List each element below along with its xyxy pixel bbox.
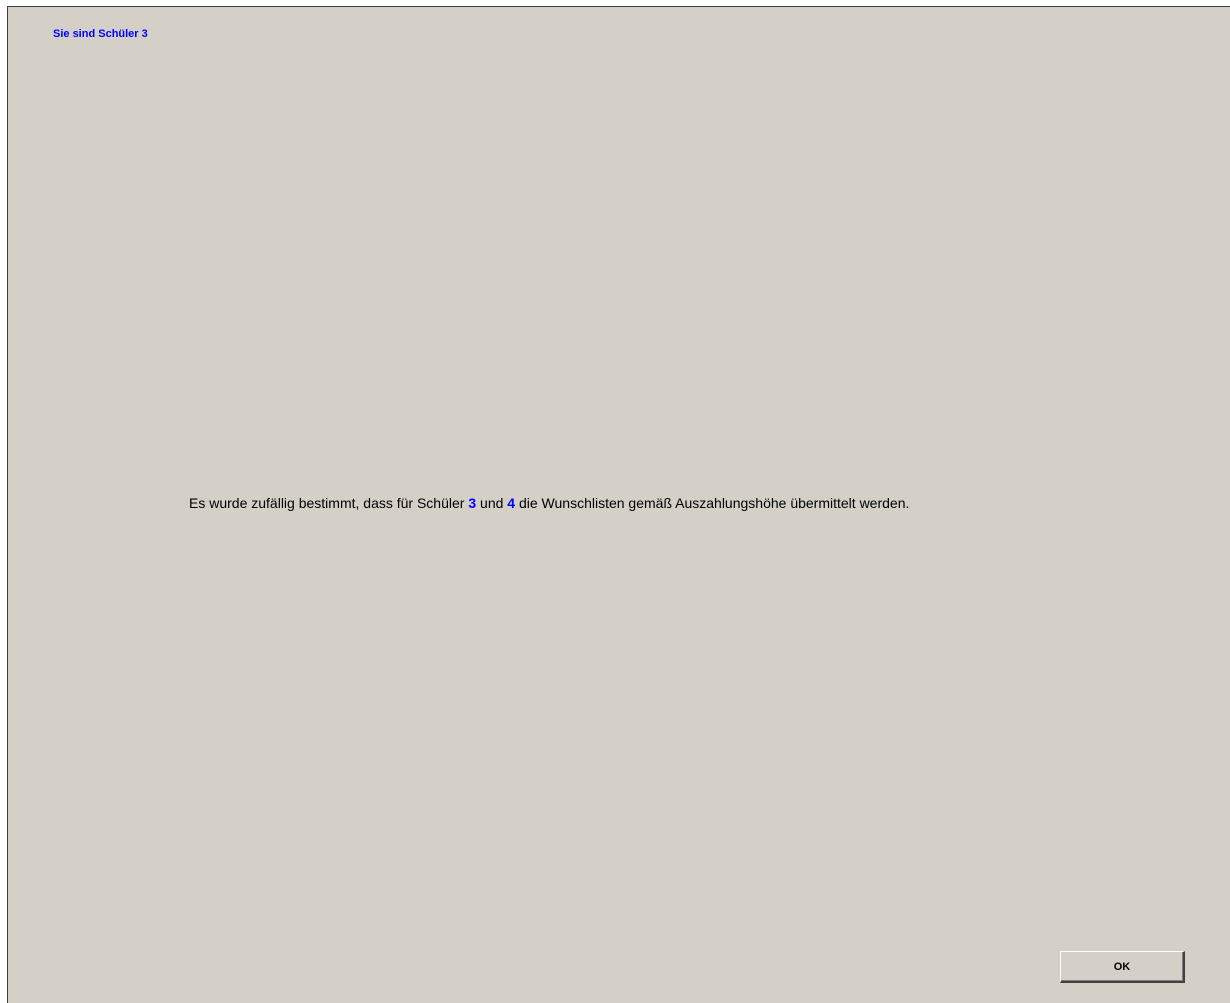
message-text-part2: und	[476, 495, 508, 511]
student-a-number: 3	[468, 495, 477, 511]
message-text-part3: die Wunschlisten gemäß Auszahlungshöhe ü…	[515, 495, 910, 511]
user-label: Sie sind Schüler 3	[53, 28, 148, 40]
experiment-window: Sie sind Schüler 3 Es wurde zufällig bes…	[7, 6, 1230, 1003]
student-b-number: 4	[507, 495, 516, 511]
message-text-part1: Es wurde zufällig bestimmt, dass für Sch…	[189, 495, 469, 511]
info-message: Es wurde zufällig bestimmt, dass für Sch…	[189, 495, 909, 511]
ok-button[interactable]: OK	[1060, 951, 1185, 983]
